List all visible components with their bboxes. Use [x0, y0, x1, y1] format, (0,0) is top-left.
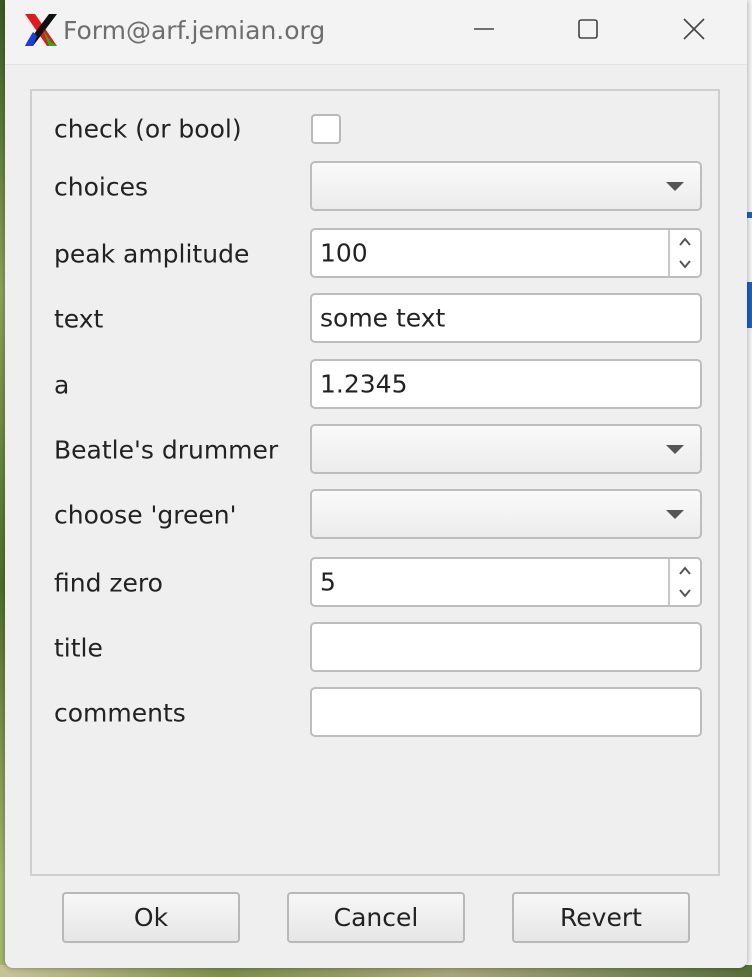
maximize-icon [578, 19, 598, 39]
spin-buttons [668, 230, 700, 276]
form-row-choices: choices [32, 161, 722, 213]
spinbox-value: 100 [320, 238, 368, 268]
spinbox-value: 5 [320, 567, 336, 597]
choices-combobox[interactable] [310, 161, 702, 211]
maximize-button[interactable] [565, 8, 611, 50]
revert-button[interactable]: Revert [512, 892, 690, 943]
form-row-comments: comments [32, 687, 722, 739]
input-value: some text [320, 303, 446, 333]
input-value: 1.2345 [320, 369, 408, 399]
title-input[interactable] [310, 622, 702, 672]
form-row-peak-amplitude: peak amplitude 100 [32, 228, 722, 280]
spin-down-icon[interactable] [677, 585, 693, 601]
spin-up-icon[interactable] [677, 234, 693, 250]
chevron-down-icon [666, 445, 684, 454]
form-dialog-window: Form@arf.jemian.org check (or bool) choi… [5, 0, 747, 968]
chevron-down-icon [666, 510, 684, 519]
choose-green-combobox[interactable] [310, 489, 702, 539]
x11-logo-icon [25, 14, 57, 46]
form-row-title: title [32, 622, 722, 674]
field-label: peak amplitude [54, 239, 250, 269]
field-label: choices [54, 172, 148, 202]
ok-button[interactable]: Ok [62, 892, 240, 943]
window-title: Form@arf.jemian.org [63, 16, 326, 45]
minimize-icon [474, 28, 494, 30]
form-row-check: check (or bool) [32, 103, 722, 155]
field-label: find zero [54, 568, 163, 598]
field-label: title [54, 633, 103, 663]
minimize-button[interactable] [461, 8, 507, 50]
form-row-find-zero: find zero 5 [32, 557, 722, 609]
field-label: a [54, 370, 70, 400]
field-label: text [54, 304, 104, 334]
form-row-beatles-drummer: Beatle's drummer [32, 424, 722, 476]
peak-amplitude-spinbox[interactable]: 100 [310, 228, 702, 278]
text-input[interactable]: some text [310, 293, 702, 343]
title-bar[interactable]: Form@arf.jemian.org [5, 0, 747, 65]
field-label: comments [54, 698, 186, 728]
comments-input[interactable] [310, 687, 702, 737]
find-zero-spinbox[interactable]: 5 [310, 557, 702, 607]
spin-down-icon[interactable] [677, 256, 693, 272]
a-input[interactable]: 1.2345 [310, 359, 702, 409]
field-label: check (or bool) [54, 114, 242, 144]
form-row-text: text some text [32, 293, 722, 345]
form-row-choose-green: choose 'green' [32, 489, 722, 541]
form-panel: check (or bool) choices peak amplitude 1… [30, 89, 720, 876]
field-label: choose 'green' [54, 500, 237, 530]
spin-buttons [668, 559, 700, 605]
chevron-down-icon [666, 182, 684, 191]
close-button[interactable] [671, 8, 717, 50]
spin-up-icon[interactable] [677, 563, 693, 579]
form-row-a: a 1.2345 [32, 359, 722, 411]
check-bool-checkbox[interactable] [311, 114, 341, 144]
close-icon [683, 18, 705, 40]
cancel-button[interactable]: Cancel [287, 892, 465, 943]
beatles-drummer-combobox[interactable] [310, 424, 702, 474]
field-label: Beatle's drummer [54, 435, 279, 465]
